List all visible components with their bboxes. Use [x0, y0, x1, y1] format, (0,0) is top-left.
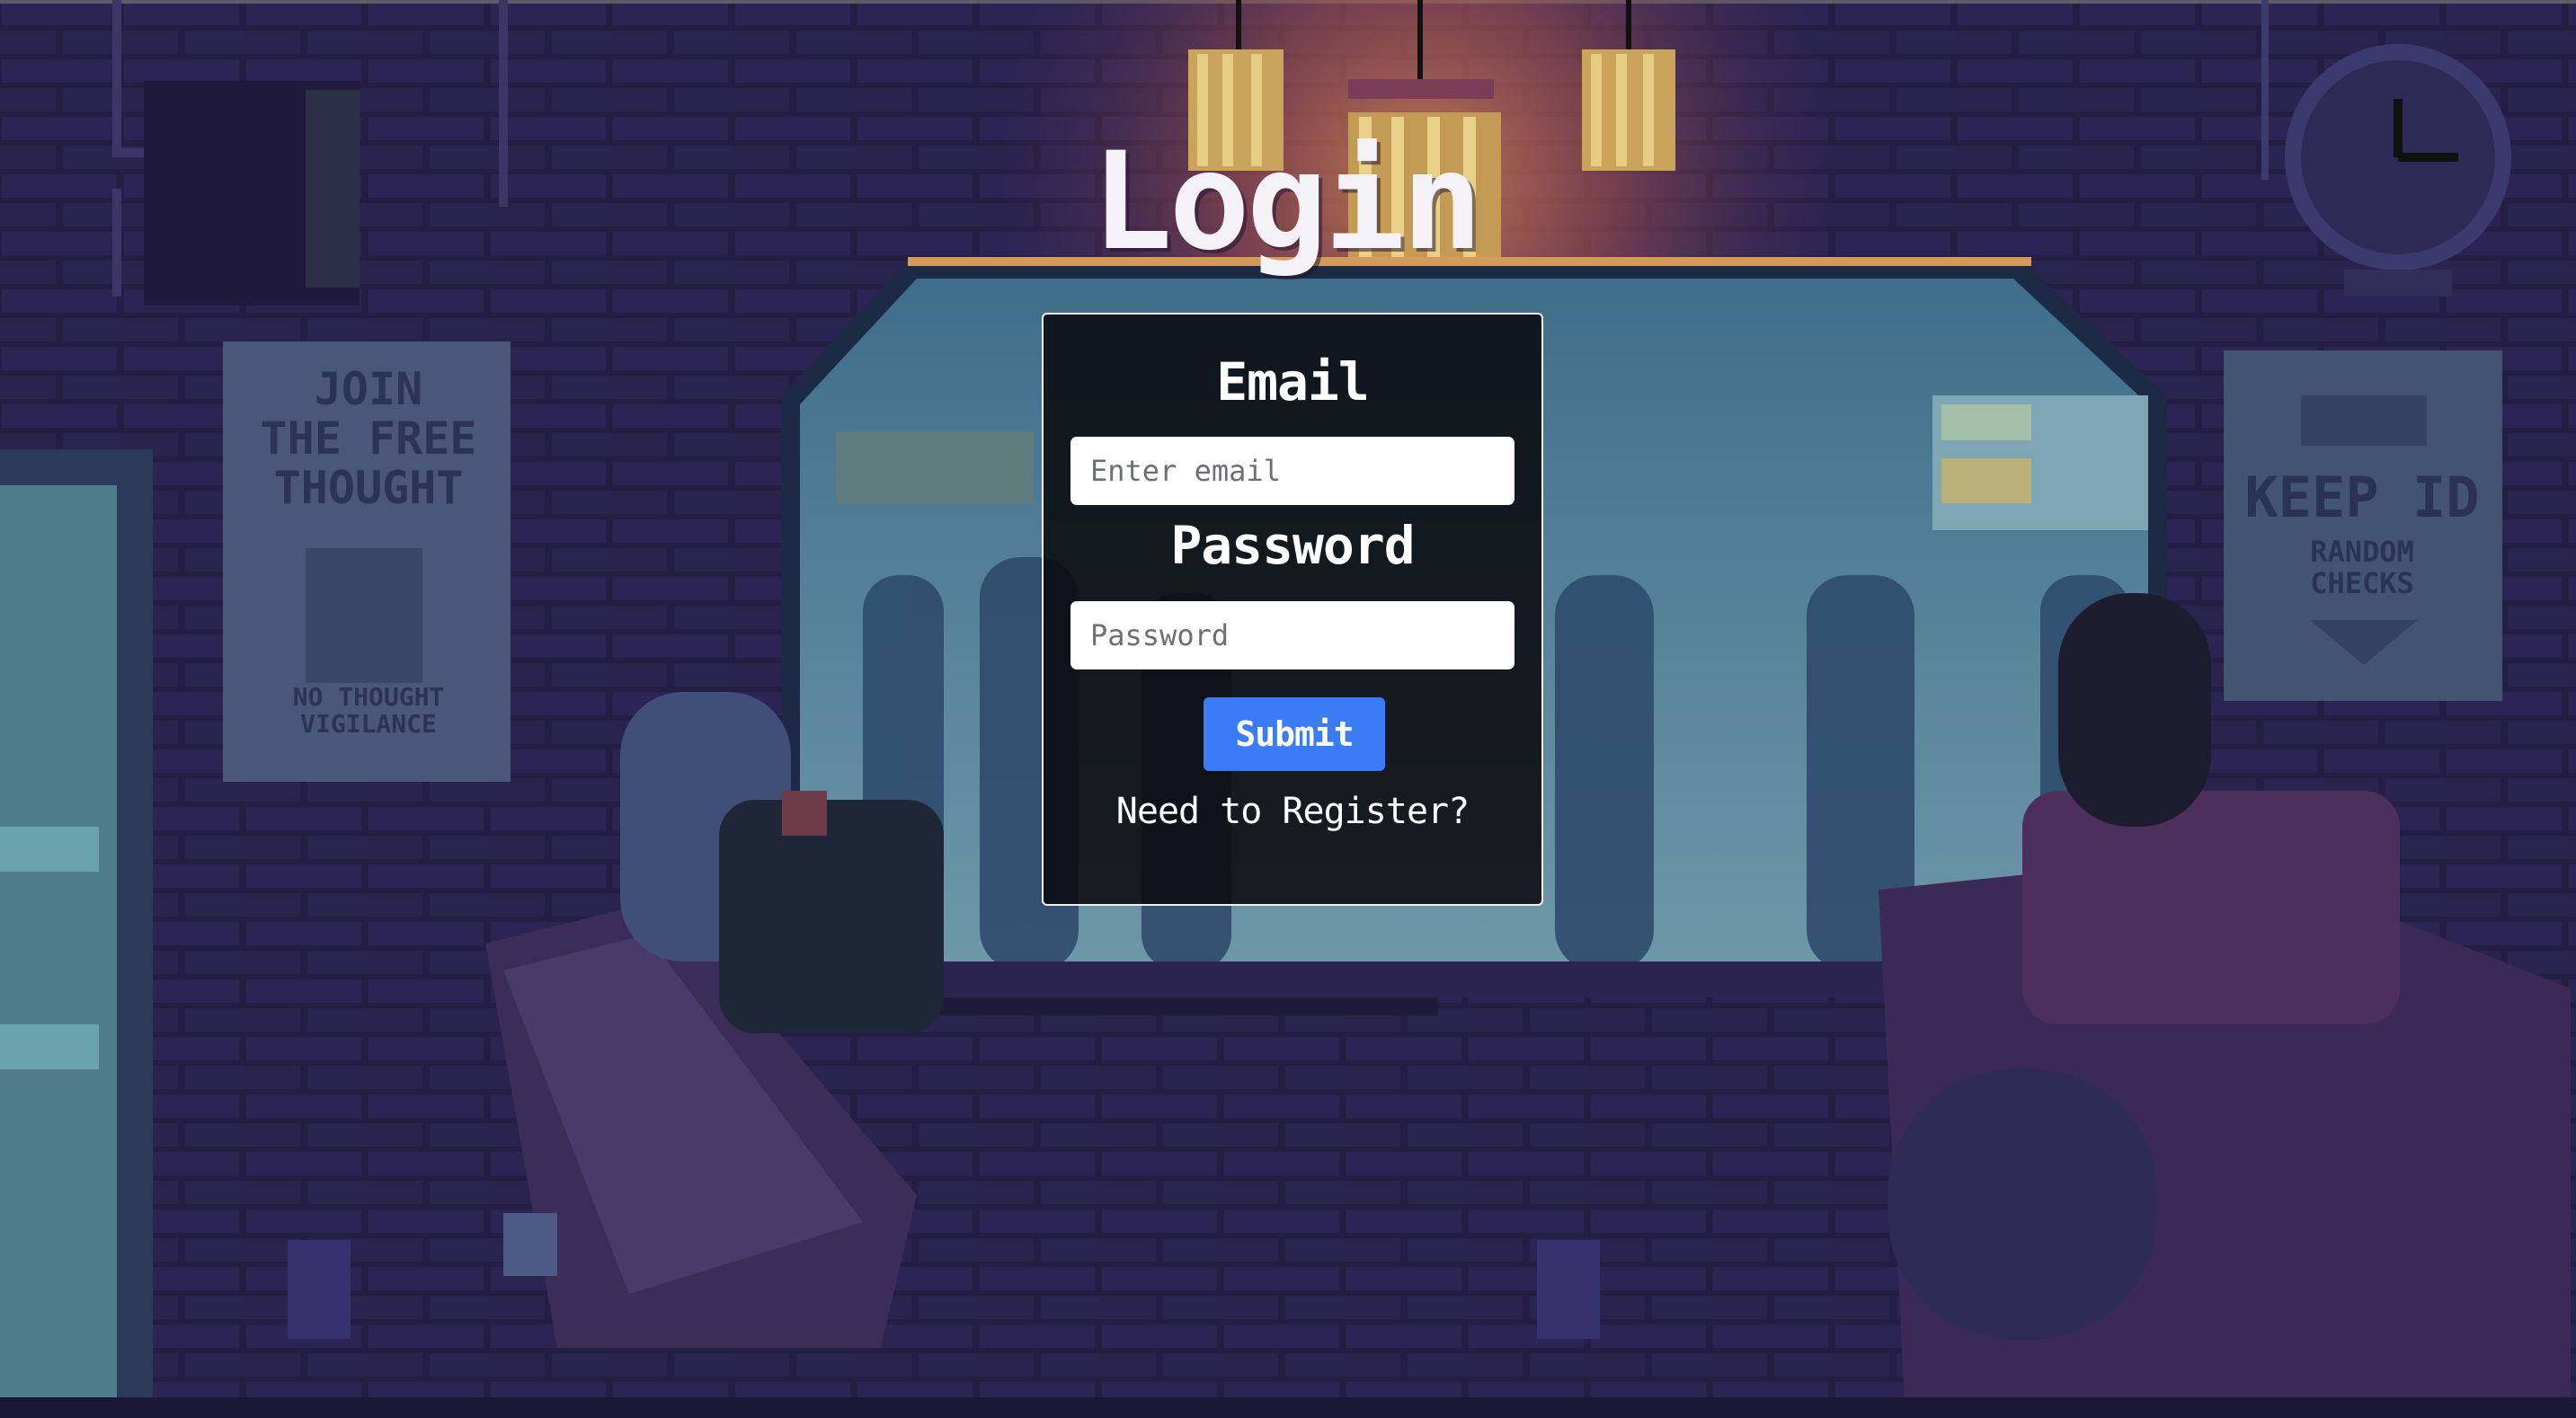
poster-left-line-3: THOUGHT	[274, 462, 464, 514]
submit-button[interactable]: Submit	[1204, 697, 1385, 771]
poster-right-line-1: KEEP ID	[2244, 465, 2479, 530]
poster-left-line-1: JOIN	[315, 363, 422, 415]
login-form: Email Password Submit Need to Register?	[1042, 313, 1543, 906]
password-input[interactable]	[1070, 601, 1515, 669]
poster-right-line-3: CHECKS	[2310, 566, 2414, 600]
poster-left: JOIN THE FREE THOUGHT NO THOUGHT VIGILAN…	[223, 341, 511, 782]
poster-left-footer-2: VIGILANCE	[300, 709, 437, 739]
poster-left-footer-1: NO THOUGHT	[293, 682, 445, 712]
email-label: Email	[1216, 351, 1370, 412]
page-title: Login	[1091, 124, 1483, 280]
register-link[interactable]: Need to Register?	[1044, 791, 1541, 832]
door-left	[0, 449, 153, 1418]
password-label: Password	[1170, 515, 1415, 576]
poster-right-line-2: RANDOM	[2310, 535, 2414, 569]
poster-left-line-2: THE FREE	[261, 412, 477, 465]
poster-right: KEEP ID RANDOM CHECKS	[2224, 350, 2502, 701]
email-input[interactable]	[1070, 437, 1515, 505]
